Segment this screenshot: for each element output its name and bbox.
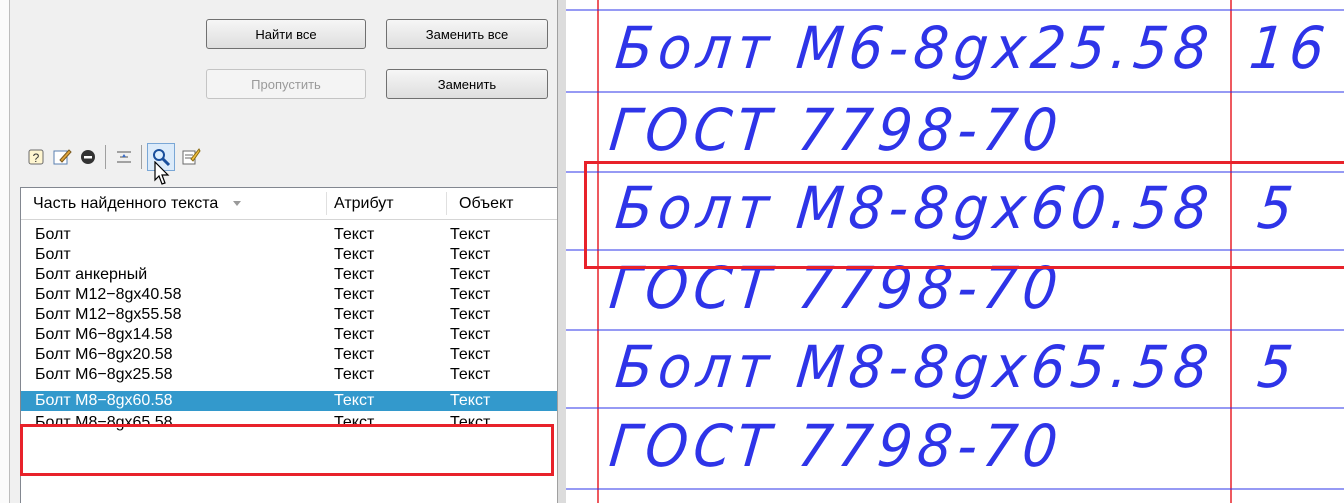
- table-row[interactable]: Болт М6−8gx20.58 Текст Текст: [21, 345, 557, 365]
- column-header-attribute[interactable]: Атрибут: [334, 188, 440, 219]
- found-text-highlight: [584, 161, 1344, 269]
- drawing-canvas[interactable]: Болт М6-8gx25.58 16 ГОСТ 7798-70 Болт М8…: [566, 0, 1344, 503]
- table-row[interactable]: Болт Текст Текст: [21, 225, 557, 245]
- row-text: Болт М6−8gx14.58: [35, 326, 173, 343]
- table-row[interactable]: Болт М6−8gx25.58 Текст Текст: [21, 365, 557, 385]
- find-all-button[interactable]: Найти все: [206, 19, 366, 49]
- row-object: Текст: [450, 392, 491, 409]
- row-object: Текст: [450, 366, 491, 383]
- row-object: Текст: [450, 306, 491, 323]
- row-attribute: Текст: [334, 366, 375, 383]
- row-object: Текст: [450, 346, 491, 363]
- row-object: Текст: [450, 286, 491, 303]
- row-text: Болт: [35, 226, 71, 243]
- row-object: Текст: [450, 226, 491, 243]
- spec-item-standard[interactable]: ГОСТ 7798-70: [606, 96, 1066, 164]
- row-object: Текст: [450, 266, 491, 283]
- row-text: Болт: [35, 246, 71, 263]
- table-row[interactable]: Болт М12−8gx40.58 Текст Текст: [21, 285, 557, 305]
- row-text: Болт М6−8gx20.58: [35, 346, 173, 363]
- skip-button[interactable]: Пропустить: [206, 69, 366, 99]
- edit-icon[interactable]: [52, 147, 72, 167]
- row-attribute: Текст: [334, 392, 375, 409]
- align-icon[interactable]: [114, 147, 134, 167]
- panel-left-edge: [0, 0, 10, 503]
- spec-item-qty[interactable]: 16: [1246, 14, 1333, 82]
- row-attribute: Текст: [334, 226, 375, 243]
- row-text: Болт М6−8gx25.58: [35, 366, 173, 383]
- column-header-text[interactable]: Часть найденного текста: [33, 188, 323, 219]
- row-text: Болт М8−8gx60.58: [35, 392, 173, 409]
- selected-row-highlight: [20, 424, 554, 476]
- table-row[interactable]: Болт М6−8gx14.58 Текст Текст: [21, 325, 557, 345]
- toolbar-separator: [105, 145, 106, 169]
- row-object: Текст: [450, 326, 491, 343]
- replace-all-button[interactable]: Заменить все: [386, 19, 548, 49]
- header-separator: [326, 192, 327, 215]
- row-object: Текст: [450, 246, 491, 263]
- replace-button[interactable]: Заменить: [386, 69, 548, 99]
- find-replace-panel: Найти все Заменить все Пропустить Замени…: [0, 0, 566, 503]
- spec-item-name[interactable]: Болт М8-8gx65.58: [612, 333, 1217, 401]
- spec-item-standard[interactable]: ГОСТ 7798-70: [606, 412, 1066, 480]
- toolbar-separator: [141, 145, 142, 169]
- table-row[interactable]: Болт анкерный Текст Текст: [21, 265, 557, 285]
- row-attribute: Текст: [334, 326, 375, 343]
- row-attribute: Текст: [334, 246, 375, 263]
- results-toolbar: ?: [26, 143, 286, 185]
- row-attribute: Текст: [334, 266, 375, 283]
- properties-icon[interactable]: [181, 147, 201, 167]
- header-separator: [446, 192, 447, 215]
- stop-icon[interactable]: [78, 147, 98, 167]
- row-attribute: Текст: [334, 286, 375, 303]
- row-attribute: Текст: [334, 346, 375, 363]
- row-attribute: Текст: [334, 306, 375, 323]
- spec-item-qty[interactable]: 5: [1254, 333, 1301, 401]
- table-row[interactable]: Болт Текст Текст: [21, 245, 557, 265]
- row-text: Болт М12−8gx55.58: [35, 306, 182, 323]
- svg-text:?: ?: [33, 151, 40, 165]
- results-header: Часть найденного текста Атрибут Объект: [21, 188, 557, 220]
- table-row-selected[interactable]: Болт М8−8gx60.58 Текст Текст: [21, 391, 557, 411]
- row-text: Болт М12−8gx40.58: [35, 286, 182, 303]
- spec-item-name[interactable]: Болт М6-8gx25.58: [612, 14, 1217, 82]
- panel-splitter[interactable]: [557, 0, 566, 503]
- row-text: Болт анкерный: [35, 266, 148, 283]
- help-icon[interactable]: ?: [26, 147, 46, 167]
- column-header-object[interactable]: Объект: [459, 188, 555, 219]
- sort-arrow-icon: [233, 200, 242, 206]
- table-row[interactable]: Болт М12−8gx55.58 Текст Текст: [21, 305, 557, 325]
